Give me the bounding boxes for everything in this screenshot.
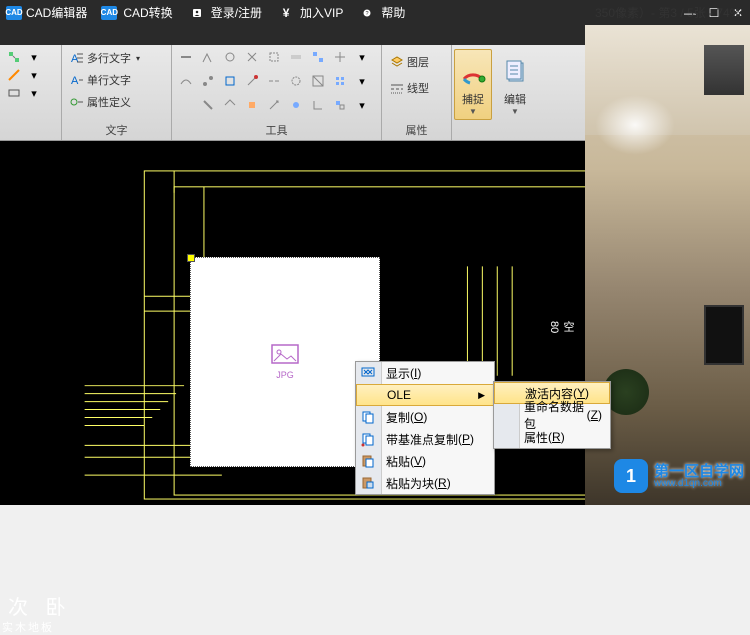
sm-properties[interactable]: 属性(R) xyxy=(494,426,610,448)
tools-group-label: 工具 xyxy=(178,120,375,138)
svg-text:?: ? xyxy=(366,11,369,17)
watermark-badge: 1 xyxy=(614,459,648,493)
tool-21[interactable] xyxy=(244,97,260,113)
tool-7[interactable] xyxy=(310,49,326,65)
dim-text: 空80 xyxy=(548,321,576,333)
tool-22[interactable] xyxy=(266,97,282,113)
menu-convert[interactable]: CADCAD转换 xyxy=(97,4,180,21)
tool-2[interactable] xyxy=(200,49,216,65)
copy-icon xyxy=(360,409,376,425)
ole-placeholder: JPG xyxy=(271,344,299,380)
tool-3[interactable] xyxy=(222,49,238,65)
tool-12[interactable] xyxy=(222,73,238,89)
ole-submenu: 激活内容(Y) 重命名数据包(Z) 属性(R) xyxy=(493,381,611,449)
tool-16[interactable] xyxy=(310,73,326,89)
copy-base-icon xyxy=(360,431,376,447)
tool-1[interactable] xyxy=(178,49,194,65)
submenu-arrow-icon: ▶ xyxy=(478,390,485,401)
tool-4[interactable] xyxy=(244,49,260,65)
paste-icon xyxy=(360,453,376,469)
ole-object-selection[interactable]: JPG xyxy=(190,257,380,467)
attr-def-button[interactable]: 属性定义 xyxy=(68,93,142,111)
linetype-button[interactable]: 线型 xyxy=(388,79,431,97)
menu-login[interactable]: 登录/注册 xyxy=(185,4,270,21)
draw-tool-3[interactable] xyxy=(6,85,22,101)
menu-vip[interactable]: ¥加入VIP xyxy=(274,4,351,21)
capture-icon xyxy=(458,53,488,91)
tool-6[interactable] xyxy=(288,49,304,65)
capture-drop: ▼ xyxy=(469,107,477,116)
tool-23[interactable] xyxy=(288,97,304,113)
tool-26[interactable]: ▾ xyxy=(354,97,370,113)
ribbon-group-attr: 图层 线型 属性 xyxy=(382,45,452,140)
tool-25[interactable] xyxy=(332,97,348,113)
draw-tool-4[interactable]: ▾ xyxy=(26,49,42,65)
cm-paste-block[interactable]: 粘贴为块(R) xyxy=(356,472,494,494)
draw-tool-6[interactable]: ▾ xyxy=(26,85,42,101)
edit-drop: ▼ xyxy=(511,107,519,116)
ribbon-group-edit: 编辑 ▼ xyxy=(494,45,536,140)
cad-app-icon: CAD xyxy=(6,6,22,20)
tool-9[interactable]: ▾ xyxy=(354,49,370,65)
user-icon xyxy=(189,5,205,21)
yen-icon: ¥ xyxy=(278,5,294,21)
text-group-label: 文字 xyxy=(68,120,165,138)
floor-label: 实木地板 xyxy=(2,619,54,635)
sm-rename[interactable]: 重命名数据包(Z) xyxy=(494,404,610,426)
tool-8[interactable] xyxy=(332,49,348,65)
ribbon-group-capture: 捕捉 ▼ xyxy=(452,45,494,140)
tool-11[interactable] xyxy=(200,73,216,89)
room-label: 次 卧 xyxy=(8,591,72,620)
tool-20[interactable] xyxy=(222,97,238,113)
ribbon-group-draw: ▾ ▾ ▾ xyxy=(0,45,62,140)
draw-tool-5[interactable]: ▾ xyxy=(26,67,42,83)
watermark: 1 第一区自学网 www.d1qn.com xyxy=(614,459,744,493)
cm-display[interactable]: 显示(I) xyxy=(356,362,494,384)
ribbon-group-tools: ▾ ▾ ▾ 工具 xyxy=(172,45,382,140)
group-label xyxy=(6,124,55,138)
display-icon xyxy=(360,365,376,381)
tool-19[interactable] xyxy=(200,97,216,113)
attr-group-label: 属性 xyxy=(388,120,445,138)
draw-tool-2[interactable] xyxy=(6,67,22,83)
cm-paste[interactable]: 粘贴(V) xyxy=(356,450,494,472)
app-title: CAD CAD编辑器 xyxy=(0,4,93,21)
ribbon-group-text: A多行文字▾ A单行文字 属性定义 文字 xyxy=(62,45,172,140)
selection-handle[interactable] xyxy=(187,254,195,262)
single-text-button[interactable]: A单行文字 xyxy=(68,71,142,89)
image-viewer-title: 350像素）- 第3 / 5张 - 74% xyxy=(595,4,740,21)
cm-copy-base[interactable]: 带基准点复制(P) xyxy=(356,428,494,450)
draw-tool-1[interactable] xyxy=(6,49,22,65)
help-icon: ? xyxy=(359,5,375,21)
edit-icon xyxy=(500,53,530,91)
menu-help[interactable]: ?帮助 xyxy=(355,4,413,21)
multi-text-button[interactable]: A多行文字▾ xyxy=(68,49,142,67)
watermark-text: 第一区自学网 www.d1qn.com xyxy=(654,464,744,489)
tool-14[interactable] xyxy=(266,73,282,89)
edit-button[interactable]: 编辑 ▼ xyxy=(496,49,534,120)
tool-17[interactable] xyxy=(332,73,348,89)
capture-button[interactable]: 捕捉 ▼ xyxy=(454,49,492,120)
paste-block-icon xyxy=(360,475,376,491)
tool-15[interactable] xyxy=(288,73,304,89)
cm-ole[interactable]: OLE ▶ xyxy=(356,384,494,406)
tool-24[interactable] xyxy=(310,97,326,113)
svg-text:A: A xyxy=(71,53,79,65)
tool-18[interactable]: ▾ xyxy=(354,73,370,89)
context-menu: 显示(I) OLE ▶ 复制(O) 带基准点复制(P) 粘贴(V) 粘贴为块(R… xyxy=(355,361,495,495)
cad-convert-icon: CAD xyxy=(101,6,117,20)
tool-5[interactable] xyxy=(266,49,282,65)
tool-10[interactable] xyxy=(178,73,194,89)
app-name-label: CAD编辑器 xyxy=(26,4,87,21)
layer-button[interactable]: 图层 xyxy=(388,53,431,71)
cm-copy[interactable]: 复制(O) xyxy=(356,406,494,428)
tool-13[interactable] xyxy=(244,73,260,89)
svg-text:A: A xyxy=(71,75,79,87)
title-menus: CADCAD转换 登录/注册 ¥加入VIP ?帮助 xyxy=(97,4,413,21)
